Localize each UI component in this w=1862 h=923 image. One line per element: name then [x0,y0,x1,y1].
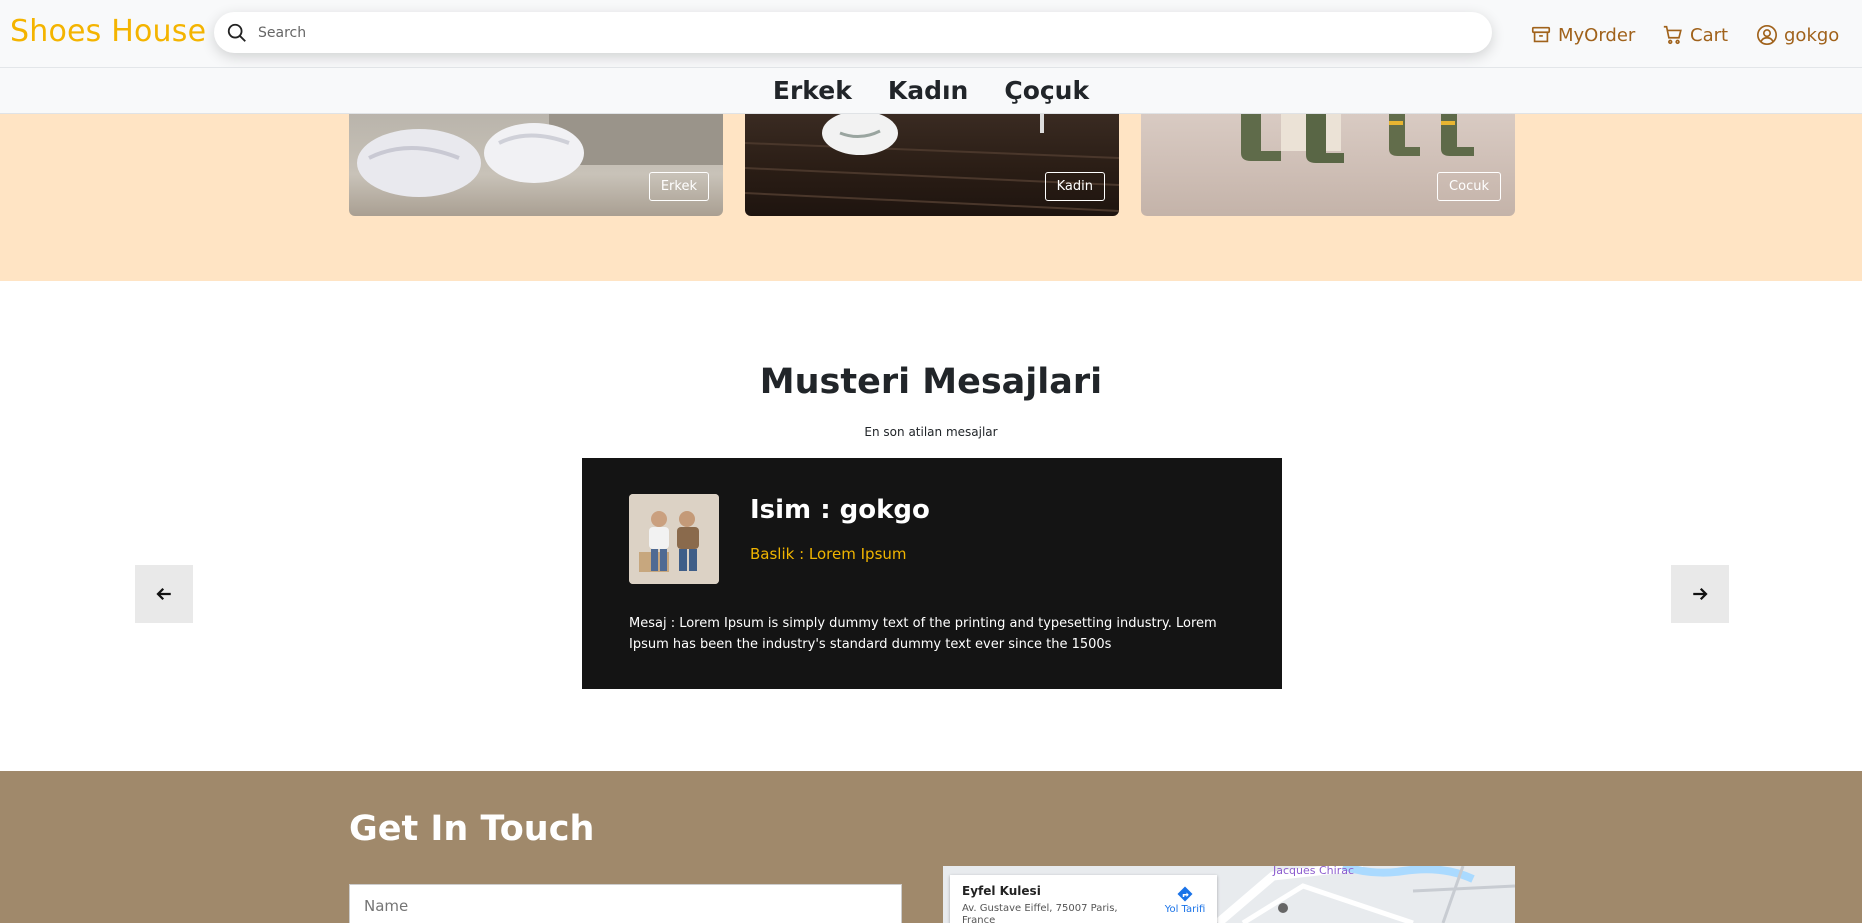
location-map[interactable]: Jacques Chirac Eyfel Kulesi Av. Gustave … [943,866,1515,923]
testimonials-subtitle: En son atilan mesajlar [864,425,998,439]
testimonial-avatar [629,494,719,584]
category-button-kadin[interactable]: Kadin [1044,172,1105,201]
arrow-left-icon [156,587,171,601]
category-button-erkek[interactable]: Erkek [648,172,709,201]
contact-section: Get In Touch Jacques Chirac Eyfel Kulesi… [0,771,1862,923]
carousel-prev-button[interactable] [135,565,193,623]
map-address: Av. Gustave Eiffel, 75007 Paris, France [962,903,1118,923]
map-place-name: Eyfel Kulesi [962,884,1041,898]
category-nav-kadin[interactable]: Kadın [888,76,969,105]
map-directions-link[interactable]: Yol Tarifi [1160,885,1210,915]
kids-photo-image [629,494,719,584]
testimonials-title: Musteri Mesajlari [759,362,1103,402]
user-name-label: gokgo [1784,24,1840,46]
cart-label: Cart [1690,24,1729,46]
category-nav: Erkek Kadın Çoçuk [0,68,1862,114]
category-nav-cocuk[interactable]: Çoçuk [1004,76,1089,105]
map-directions-label: Yol Tarifi [1164,904,1206,915]
search-bar [214,12,1492,53]
testimonial-heading: Baslik : Lorem Ipsum [750,545,907,563]
map-poi-label: Jacques Chirac [1273,866,1355,877]
brand-logo[interactable]: Shoes House [10,14,206,49]
testimonial-card: Isim : gokgo Baslik : Lorem Ipsum Mesaj … [582,458,1282,689]
category-card-kadin[interactable]: Kadin [745,113,1119,216]
user-account-link[interactable]: gokgo [1756,24,1839,46]
testimonial-message: Mesaj : Lorem Ipsum is simply dummy text… [629,616,1217,652]
cart-icon [1663,25,1682,45]
my-order-label: MyOrder [1558,24,1636,46]
top-navbar: Shoes House MyOrder Cart gokgo [0,0,1862,68]
name-field[interactable] [349,884,902,923]
my-order-link[interactable]: MyOrder [1530,24,1635,46]
category-card-erkek[interactable]: Erkek [349,113,723,216]
category-button-cocuk[interactable]: Cocuk [1437,172,1501,201]
category-band: Erkek Kadin Cocuk [0,113,1862,281]
carousel-next-button[interactable] [1671,565,1729,623]
search-icon [227,23,246,42]
category-card-cocuk[interactable]: Cocuk [1141,113,1515,216]
search-input[interactable] [258,18,1458,47]
contact-title: Get In Touch [349,809,595,849]
testimonial-name: Isim : gokgo [750,495,930,525]
cart-link[interactable]: Cart [1662,24,1728,46]
directions-icon [1177,886,1193,902]
arrow-right-icon [1693,587,1708,601]
user-circle-icon [1757,25,1777,45]
category-nav-erkek[interactable]: Erkek [773,76,852,105]
map-info-card: Eyfel Kulesi Av. Gustave Eiffel, 75007 P… [950,875,1217,923]
archive-box-icon [1531,26,1551,43]
